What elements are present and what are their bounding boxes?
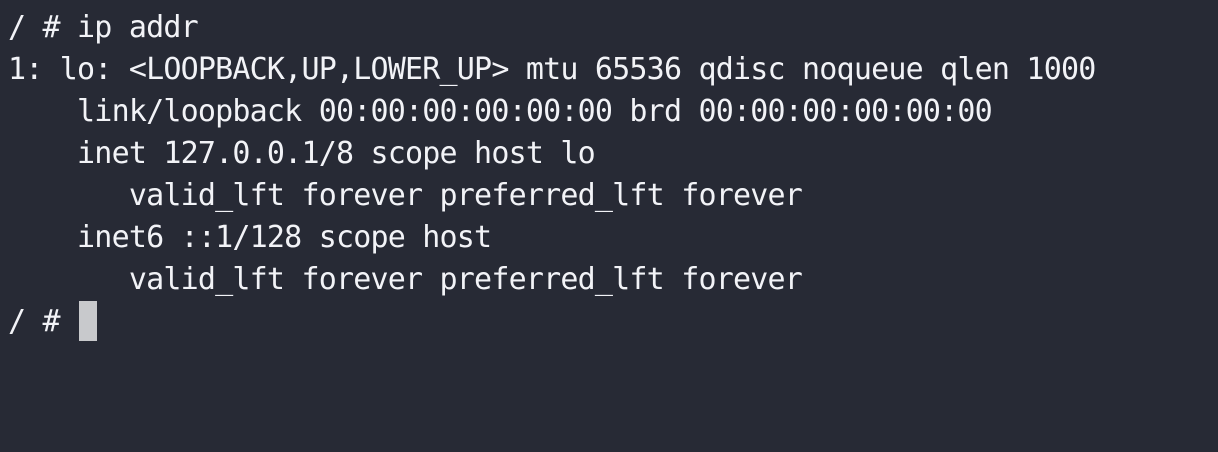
terminal-output-line: inet6 ::1/128 scope host: [8, 220, 492, 255]
text-cursor: [79, 301, 98, 341]
terminal-output-line: valid_lft forever preferred_lft forever: [8, 178, 803, 213]
terminal-output-line: link/loopback 00:00:00:00:00:00 brd 00:0…: [8, 94, 993, 129]
terminal-output-line: valid_lft forever preferred_lft forever: [8, 262, 803, 297]
terminal-command-line: / # ip addr: [8, 10, 199, 45]
shell-prompt: / #: [8, 304, 78, 339]
terminal-input-line[interactable]: / #: [8, 301, 1218, 343]
terminal-window[interactable]: / # ip addr 1: lo: <LOOPBACK,UP,LOWER_UP…: [0, 0, 1218, 452]
terminal-output-line: 1: lo: <LOOPBACK,UP,LOWER_UP> mtu 65536 …: [8, 52, 1096, 87]
terminal-output-line: inet 127.0.0.1/8 scope host lo: [8, 136, 596, 171]
